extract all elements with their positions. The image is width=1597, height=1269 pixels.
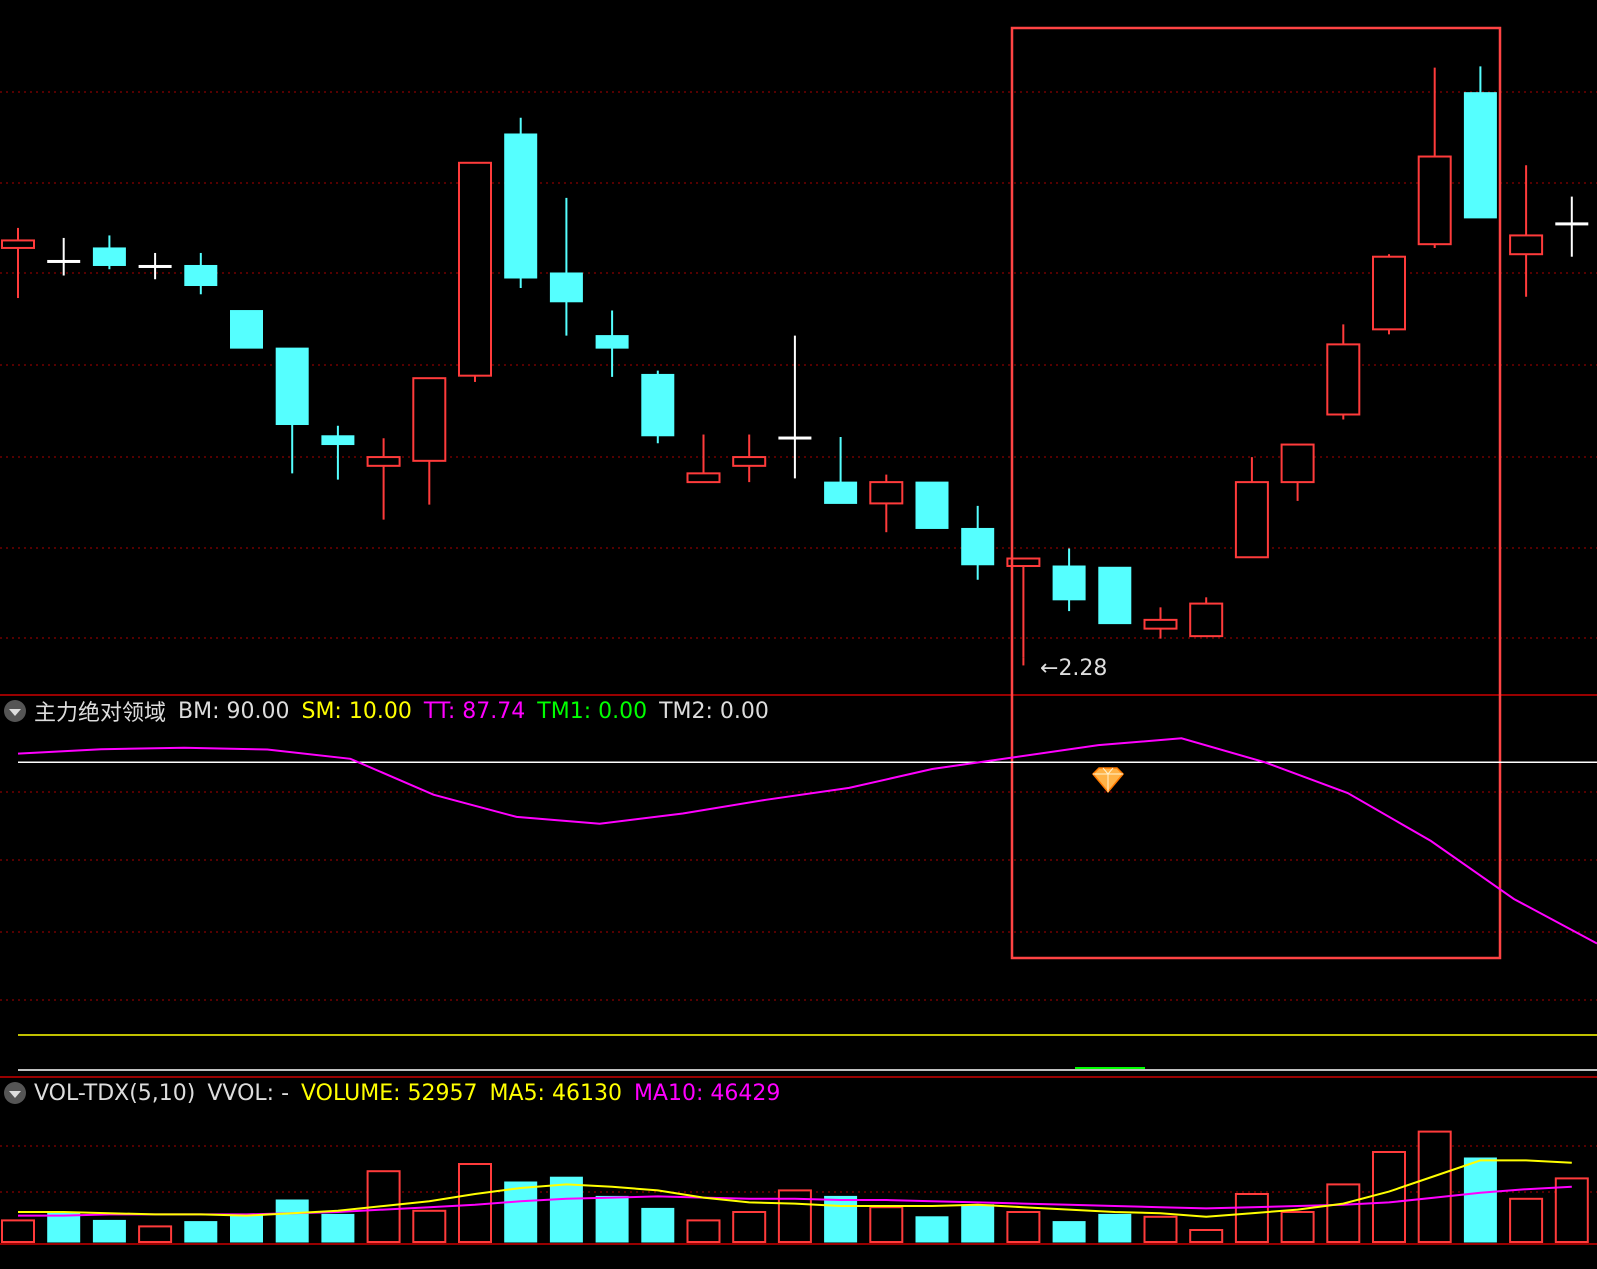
volume-bar [1052, 1221, 1086, 1243]
volume-bar [915, 1216, 949, 1243]
candle-body [915, 481, 949, 529]
volume-bar [230, 1213, 263, 1243]
volume-bar [1280, 1211, 1315, 1243]
volume-bar [1189, 1229, 1224, 1243]
volume-bar [1143, 1215, 1178, 1244]
candle-body [321, 435, 355, 446]
indicator-tt: TT: 87.74 [423, 698, 526, 724]
candle-body [732, 456, 767, 467]
volume-bar [321, 1213, 355, 1243]
volume-bar [1234, 1193, 1269, 1243]
candle-body [412, 377, 447, 462]
candle-body [549, 272, 583, 303]
volume-bar [961, 1204, 995, 1243]
indicator-panel-header: 主力绝对领域 BM: 90.00 SM: 10.00 TT: 87.74 TM1… [0, 696, 781, 726]
price-low-value: 2.28 [1058, 656, 1108, 681]
candle-body [366, 456, 401, 467]
indicator-bm: BM: 90.00 [178, 698, 290, 724]
volume-bar [1, 1219, 35, 1244]
volume-bar [92, 1219, 126, 1243]
volume-bar [1098, 1213, 1132, 1243]
candle-body [1326, 343, 1361, 416]
candle-body [1143, 618, 1178, 630]
indicator-tm1: TM1: 0.00 [537, 698, 648, 724]
volume-bar [732, 1211, 767, 1243]
volume-bar [184, 1221, 218, 1243]
candle-body [778, 436, 812, 440]
indicator-toggle-icon[interactable] [4, 700, 26, 722]
volume-bar [824, 1195, 858, 1243]
candle-body [1052, 565, 1086, 601]
candle-body [92, 247, 126, 266]
candle-body [184, 264, 218, 287]
volume-vvol: VVOL: - [207, 1080, 290, 1106]
volume-bar [869, 1206, 904, 1243]
volume-bar [1463, 1157, 1497, 1243]
candle-body [641, 373, 675, 437]
candle-body [1234, 481, 1269, 559]
candle-body [1280, 443, 1315, 484]
candle-body [1509, 234, 1544, 256]
candle-body [1555, 222, 1589, 226]
candle-body [275, 347, 309, 426]
volume-bar [1417, 1130, 1452, 1243]
indicator-tm2: TM2: 0.00 [659, 698, 769, 724]
candle-body [869, 481, 904, 505]
candle-body [1189, 602, 1224, 638]
volume-bar [275, 1199, 309, 1243]
volume-bar [549, 1176, 583, 1243]
tt-line [17, 737, 1597, 945]
diamond-signal-icon [1091, 767, 1125, 794]
volume-title: VOL-TDX(5,10) [34, 1080, 196, 1106]
volume-bar [1326, 1183, 1361, 1244]
volume-bar [138, 1225, 173, 1244]
candle-body [1372, 255, 1406, 331]
indicator-sm: SM: 10.00 [301, 698, 412, 724]
candle-body [458, 161, 492, 377]
indicator-title: 主力绝对领域 [34, 701, 167, 726]
volume-bar [641, 1207, 675, 1243]
candle-body [961, 527, 995, 566]
volume-bar [1006, 1211, 1041, 1243]
volume-bar [1372, 1151, 1406, 1243]
volume-ma10: MA10: 46429 [633, 1080, 781, 1106]
volume-toggle-icon[interactable] [4, 1082, 26, 1104]
candle-body [1, 239, 35, 249]
candle-body [504, 133, 538, 279]
volume-volume: VOLUME: 52957 [301, 1080, 478, 1106]
candle-body [595, 335, 629, 349]
volume-ma5: MA5: 46130 [489, 1080, 622, 1106]
candle-body [138, 264, 172, 268]
volume-bar [1509, 1197, 1544, 1244]
candle-body [824, 481, 858, 504]
volume-bar [686, 1219, 721, 1244]
volume-bar [504, 1181, 538, 1243]
volume-panel-header: VOL-TDX(5,10) VVOL: - VOLUME: 52957 MA5:… [0, 1078, 792, 1108]
volume-bar [412, 1209, 447, 1244]
price-low-label: ←2.28 [1040, 656, 1108, 681]
candle-body [1463, 92, 1497, 219]
candle-body [1098, 566, 1132, 625]
candle-body [686, 472, 721, 484]
candle-body [230, 310, 263, 349]
volume-bar [595, 1195, 629, 1243]
candle-body [1417, 155, 1452, 246]
candle-body [47, 259, 81, 263]
